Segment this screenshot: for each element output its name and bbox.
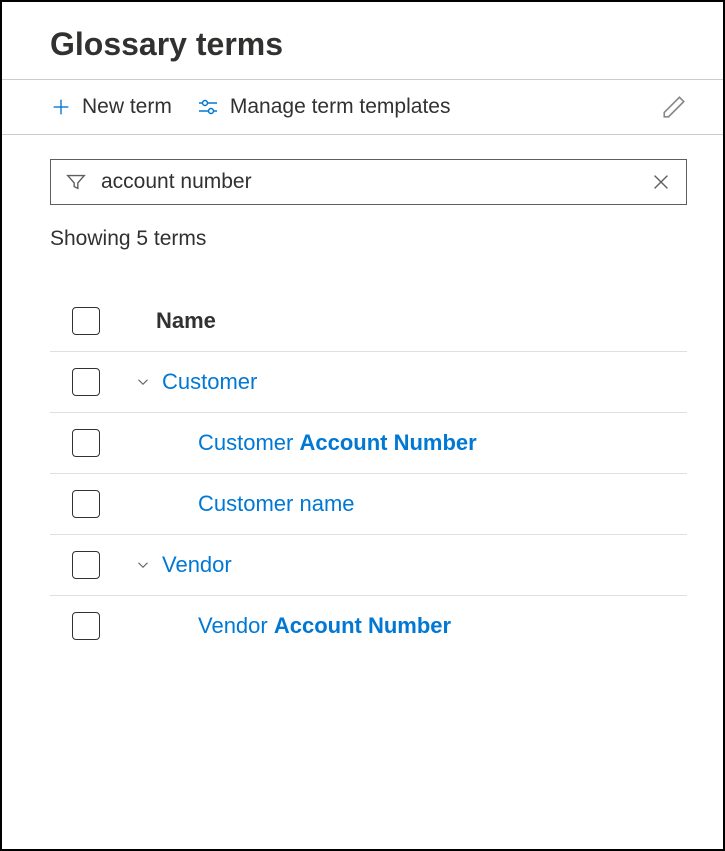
divider [2, 134, 723, 135]
term-prefix: Customer [198, 430, 299, 455]
manage-templates-label: Manage term templates [230, 95, 451, 119]
toolbar: New term Manage term templates [50, 80, 687, 134]
manage-templates-button[interactable]: Manage term templates [196, 95, 451, 119]
row-checkbox[interactable] [72, 490, 100, 518]
term-link[interactable]: Customer name [198, 491, 355, 517]
new-term-button[interactable]: New term [50, 95, 172, 119]
table-row: Vendor [50, 535, 687, 596]
term-prefix: Customer name [198, 491, 355, 516]
column-header-name: Name [128, 308, 216, 334]
filter-icon [65, 171, 87, 193]
term-link[interactable]: Vendor Account Number [198, 613, 451, 639]
clear-icon[interactable] [650, 171, 672, 193]
row-checkbox[interactable] [72, 429, 100, 457]
select-all-checkbox[interactable] [72, 307, 100, 335]
pencil-icon[interactable] [661, 94, 687, 120]
table-header-row: Name [50, 291, 687, 352]
terms-table: Name Customer Customer Account Number [50, 291, 687, 656]
page-title: Glossary terms [50, 26, 687, 63]
filter-box [50, 159, 687, 205]
term-link[interactable]: Vendor [162, 552, 232, 578]
filter-input[interactable] [101, 170, 636, 194]
table-row: Customer Account Number [50, 413, 687, 474]
result-count: Showing 5 terms [50, 227, 687, 251]
new-term-label: New term [82, 95, 172, 119]
table-row: Customer name [50, 474, 687, 535]
chevron-down-icon[interactable] [134, 556, 152, 574]
table-row: Customer [50, 352, 687, 413]
row-checkbox[interactable] [72, 368, 100, 396]
term-highlight: Account Number [274, 613, 451, 638]
row-checkbox[interactable] [72, 551, 100, 579]
table-row: Vendor Account Number [50, 596, 687, 656]
row-checkbox[interactable] [72, 612, 100, 640]
sliders-icon [196, 95, 220, 119]
term-highlight: Account Number [299, 430, 476, 455]
term-prefix: Vendor [198, 613, 274, 638]
term-link[interactable]: Customer [162, 369, 257, 395]
plus-icon [50, 96, 72, 118]
chevron-down-icon[interactable] [134, 373, 152, 391]
term-link[interactable]: Customer Account Number [198, 430, 477, 456]
